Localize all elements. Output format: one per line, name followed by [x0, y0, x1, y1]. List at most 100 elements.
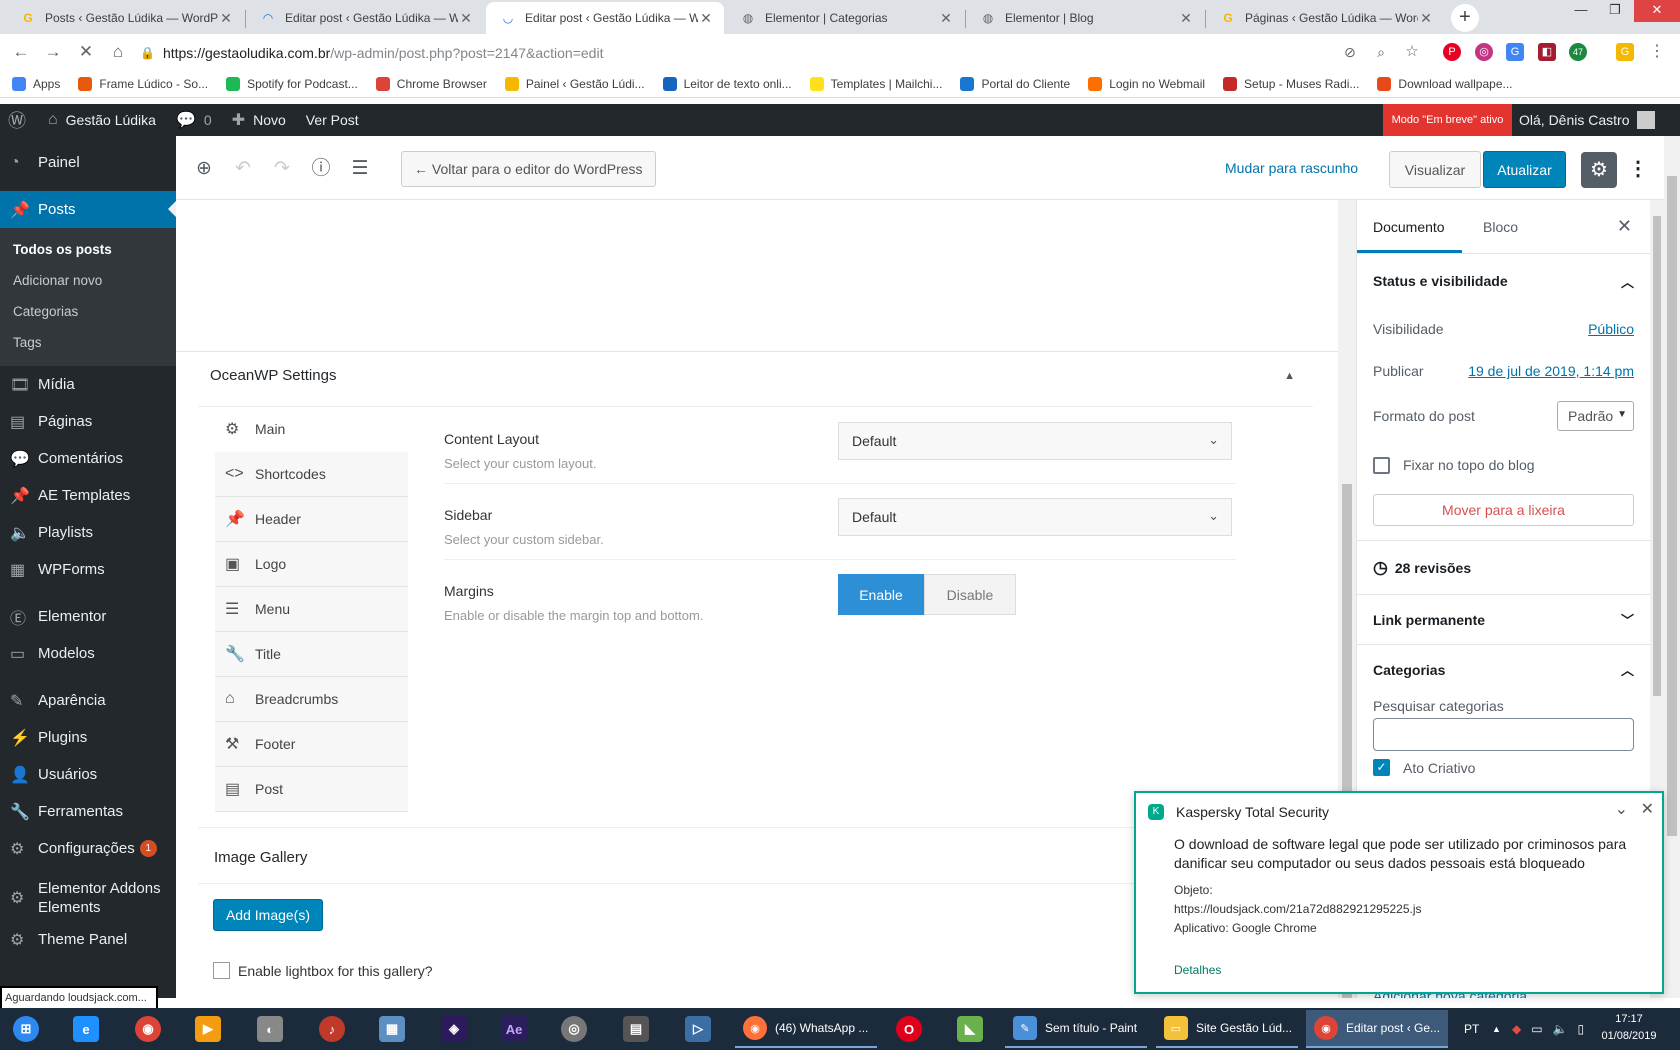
taskbar-window-explorer[interactable]: ▭ Site Gestão Lúd...: [1156, 1010, 1298, 1048]
sidebar-item-ferramentas[interactable]: 🔧 Ferramentas: [0, 793, 176, 830]
redo-icon[interactable]: ↷: [271, 158, 293, 180]
close-icon[interactable]: ✕: [1617, 216, 1632, 237]
submenu-tags[interactable]: Tags: [0, 327, 176, 358]
calculator-icon[interactable]: ▦: [370, 1012, 414, 1046]
bookmark-item[interactable]: Download wallpape...: [1377, 76, 1513, 91]
chrome-menu-icon[interactable]: ⋮: [1648, 43, 1666, 61]
close-tab-icon[interactable]: ✕: [218, 10, 234, 27]
view-post-link[interactable]: Ver Post: [306, 112, 359, 128]
taskbar-window-chrome[interactable]: ◉ Editar post ‹ Ge...: [1306, 1010, 1448, 1048]
notification-tray-icons[interactable]: ◆ ▭ 🔈 ▯: [1512, 1008, 1584, 1050]
show-hidden-icons-icon[interactable]: ▲: [1492, 1008, 1501, 1050]
content-layout-select[interactable]: Default ⌄: [838, 422, 1232, 460]
category-item[interactable]: ✓ Ato Criativo: [1357, 751, 1650, 784]
bookmark-item[interactable]: Apps: [12, 76, 60, 91]
tab-post[interactable]: ▤ Post: [215, 767, 408, 812]
close-tab-icon[interactable]: ✕: [698, 10, 714, 27]
bookmark-item[interactable]: Painel ‹ Gestão Lúdi...: [504, 76, 645, 91]
media-player-icon[interactable]: ▶: [186, 1012, 230, 1046]
video-editor-icon[interactable]: ▤: [614, 1012, 658, 1046]
close-tab-icon[interactable]: ✕: [938, 10, 954, 27]
wordpress-logo-icon[interactable]: Ⓦ: [8, 107, 26, 133]
sidebar-item-configuracoes[interactable]: ⚙ Configurações 1: [0, 830, 176, 867]
bookmark-item[interactable]: Setup - Muses Radi...: [1223, 76, 1359, 91]
opera-icon[interactable]: O: [887, 1012, 931, 1046]
chrome-icon[interactable]: ◉: [126, 1012, 170, 1046]
sidebar-item-painel[interactable]: ◔ Painel: [0, 144, 176, 181]
sidebar-item-usuarios[interactable]: 👤 Usuários: [0, 756, 176, 793]
sidebar-item-paginas[interactable]: ▤ Páginas: [0, 403, 176, 440]
forward-arrow-icon[interactable]: →: [42, 41, 64, 63]
tab-shortcodes[interactable]: <> Shortcodes: [215, 452, 408, 497]
search-categories-input[interactable]: [1373, 718, 1634, 751]
coming-soon-badge[interactable]: Modo "Em breve" ativo: [1383, 104, 1512, 136]
tab-footer[interactable]: ⚒ Footer: [215, 722, 408, 767]
sidebar-item-playlists[interactable]: 🔈 Playlists: [0, 514, 176, 551]
undo-icon[interactable]: ↶: [232, 158, 254, 180]
tab-menu[interactable]: ☰ Menu: [215, 587, 408, 632]
close-tab-icon[interactable]: ✕: [1178, 10, 1194, 27]
language-indicator[interactable]: PT: [1464, 1008, 1479, 1050]
bookmark-item[interactable]: Login no Webmail: [1088, 76, 1205, 91]
premiere-icon[interactable]: ◈: [432, 1012, 476, 1046]
tab-documento[interactable]: Documento: [1373, 219, 1445, 235]
back-to-wp-editor-button[interactable]: ← Voltar para o editor do WordPress: [401, 151, 656, 187]
collapse-arrow-icon[interactable]: ▲: [1284, 370, 1295, 382]
tab-breadcrumbs[interactable]: ⌂ Breadcrumbs: [215, 677, 408, 722]
restore-window-icon[interactable]: ❐: [1600, 0, 1630, 22]
sidebar-item-midia[interactable]: 🎞 Mídia: [0, 366, 176, 403]
translate-extension-icon[interactable]: G: [1506, 43, 1524, 61]
enable-margins-button[interactable]: Enable: [838, 574, 924, 615]
close-tab-icon[interactable]: ✕: [1418, 10, 1434, 27]
scrollbar-thumb[interactable]: [1667, 176, 1677, 836]
new-content-link[interactable]: ✚ Novo: [232, 110, 286, 130]
instagram-extension-icon[interactable]: ◎: [1475, 43, 1493, 61]
bookmark-item[interactable]: Spotify for Podcast...: [226, 76, 358, 91]
browser-tab-3-active[interactable]: ◡ Editar post ‹ Gestão Lúdika — WordPres…: [486, 2, 724, 34]
browser-tab-5[interactable]: ◍ Elementor | Blog ✕: [966, 2, 1204, 34]
bookmark-item[interactable]: Templates | Mailchi...: [809, 76, 942, 91]
back-arrow-icon[interactable]: ←: [10, 41, 32, 63]
more-options-icon[interactable]: ⋮: [1628, 156, 1648, 182]
status-visibility-header[interactable]: Status e visibilidade ︿: [1357, 254, 1650, 308]
close-tab-icon[interactable]: ✕: [458, 10, 474, 27]
checkmark-icon[interactable]: ✓: [1373, 759, 1390, 776]
permalink-header[interactable]: Link permanente ﹀: [1357, 594, 1650, 644]
info-icon[interactable]: ⓘ: [310, 158, 332, 180]
bookmark-item[interactable]: Portal do Cliente: [960, 76, 1070, 91]
bookmark-item[interactable]: Leitor de texto onli...: [662, 76, 792, 91]
update-button[interactable]: Atualizar: [1483, 151, 1566, 188]
sidebar-item-posts[interactable]: 📌 Posts: [0, 191, 176, 228]
details-link[interactable]: Detalhes: [1174, 963, 1221, 977]
zoom-icon[interactable]: ⌕: [1372, 43, 1390, 61]
close-icon[interactable]: ✕: [1641, 799, 1654, 819]
disable-margins-button[interactable]: Disable: [924, 574, 1016, 615]
taskbar-window-firefox[interactable]: ◉ (46) WhatsApp ...: [735, 1010, 877, 1048]
new-tab-button[interactable]: +: [1451, 4, 1479, 32]
tab-bloco[interactable]: Bloco: [1483, 219, 1518, 235]
sidebar-item-aparencia[interactable]: ✎ Aparência: [0, 682, 176, 719]
app-icon[interactable]: ◐: [248, 1012, 292, 1046]
close-window-icon[interactable]: ✕: [1634, 0, 1680, 22]
sidebar-select[interactable]: Default ⌄: [838, 498, 1232, 536]
minimize-window-icon[interactable]: —: [1566, 0, 1596, 22]
post-format-select[interactable]: Padrão ▼: [1557, 401, 1634, 431]
player-icon[interactable]: ▷: [676, 1012, 720, 1046]
submenu-add-new[interactable]: Adicionar novo: [0, 265, 176, 296]
browser-tab-6[interactable]: G Páginas ‹ Gestão Lúdika — WordPress ✕: [1206, 2, 1444, 34]
after-effects-icon[interactable]: Ae: [492, 1012, 536, 1046]
extension-counter-icon[interactable]: 47: [1569, 43, 1587, 61]
start-button-icon[interactable]: ⊞: [4, 1012, 48, 1046]
visibility-link[interactable]: Público: [1588, 321, 1634, 337]
sidebar-item-modelos[interactable]: ▭ Modelos: [0, 635, 176, 672]
tab-header[interactable]: 📌 Header: [215, 497, 408, 542]
sticky-row[interactable]: Fixar no topo do blog: [1357, 440, 1650, 490]
home-icon[interactable]: ⌂: [107, 41, 129, 63]
music-app-icon[interactable]: ♪: [310, 1012, 354, 1046]
browser-tab-4[interactable]: ◍ Elementor | Categorias ✕: [726, 2, 964, 34]
browser-tab-2[interactable]: ◠ Editar post ‹ Gestão Lúdika — WordPres…: [246, 2, 484, 34]
lightbox-option[interactable]: Enable lightbox for this gallery?: [213, 962, 433, 979]
bookmark-item[interactable]: Chrome Browser: [375, 76, 487, 91]
move-to-trash-button[interactable]: Mover para a lixeira: [1373, 494, 1634, 526]
site-name-link[interactable]: ⌂ Gestão Lúdika: [48, 111, 156, 129]
